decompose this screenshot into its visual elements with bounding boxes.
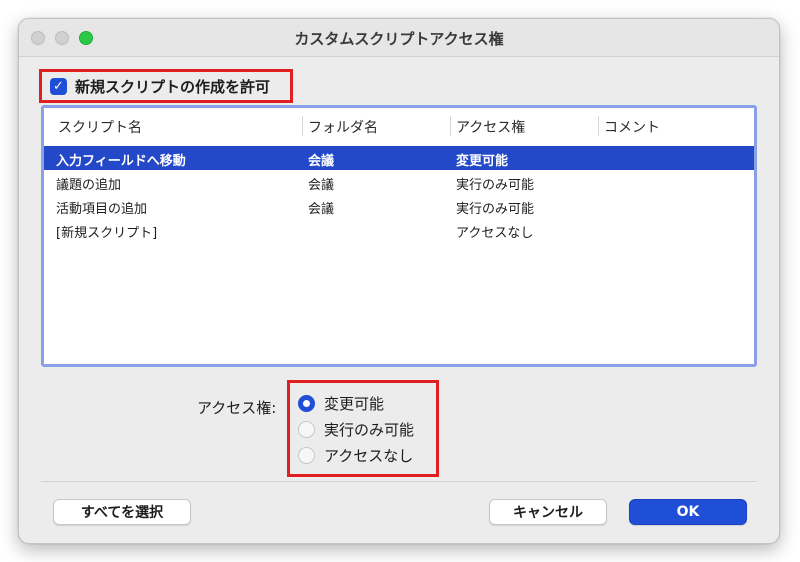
table-row[interactable]: 入力フィールドへ移動 会議 変更可能 bbox=[44, 146, 754, 170]
cell-script-name: [新規スクリプト] bbox=[56, 226, 158, 241]
checkmark-icon: ✓ bbox=[53, 78, 64, 94]
radio-button[interactable] bbox=[298, 421, 315, 438]
column-separator[interactable] bbox=[450, 116, 451, 136]
footer-divider bbox=[41, 481, 757, 482]
cell-folder-name: 会議 bbox=[308, 178, 335, 193]
radio-option-no-access[interactable]: アクセスなし bbox=[298, 445, 413, 466]
column-header-comment[interactable]: コメント bbox=[604, 117, 660, 137]
select-all-button[interactable]: すべてを選択 bbox=[53, 499, 191, 525]
allow-new-scripts-highlight: ✓ 新規スクリプトの作成を許可 bbox=[39, 69, 293, 103]
column-header-folder-name[interactable]: フォルダ名 bbox=[308, 117, 378, 137]
scripts-table[interactable]: スクリプト名 フォルダ名 アクセス権 コメント 入力フィールドへ移動 会議 変更… bbox=[41, 105, 757, 367]
ok-button[interactable]: OK bbox=[629, 499, 747, 525]
allow-new-scripts-label[interactable]: 新規スクリプトの作成を許可 bbox=[75, 76, 270, 97]
access-privilege-label: アクセス権: bbox=[197, 399, 277, 417]
column-header-script-name[interactable]: スクリプト名 bbox=[58, 117, 142, 137]
cell-access: 変更可能 bbox=[456, 154, 509, 169]
cell-script-name: 活動項目の追加 bbox=[56, 202, 148, 217]
radio-button[interactable] bbox=[298, 447, 315, 464]
access-radio-group-highlight: 変更可能 実行のみ可能 アクセスなし bbox=[287, 380, 439, 477]
radio-label[interactable]: アクセスなし bbox=[324, 445, 413, 466]
dialog-window: カスタムスクリプトアクセス権 ✓ 新規スクリプトの作成を許可 スクリプト名 フォ… bbox=[18, 18, 780, 544]
table-row[interactable]: [新規スクリプト] アクセスなし bbox=[44, 218, 754, 242]
cell-access: 実行のみ可能 bbox=[456, 178, 535, 193]
radio-label[interactable]: 変更可能 bbox=[324, 393, 384, 414]
table-row[interactable]: 議題の追加 会議 実行のみ可能 bbox=[44, 170, 754, 194]
column-separator[interactable] bbox=[598, 116, 599, 136]
cell-folder-name: 会議 bbox=[308, 202, 335, 217]
window-title: カスタムスクリプトアクセス権 bbox=[294, 30, 504, 48]
allow-new-scripts-checkbox[interactable]: ✓ bbox=[50, 77, 67, 95]
title-bar: カスタムスクリプトアクセス権 bbox=[19, 19, 779, 57]
cell-script-name: 入力フィールドへ移動 bbox=[56, 154, 186, 169]
column-separator[interactable] bbox=[302, 116, 303, 136]
cell-access: アクセスなし bbox=[456, 226, 534, 241]
cell-access: 実行のみ可能 bbox=[456, 202, 535, 217]
cell-script-name: 議題の追加 bbox=[56, 178, 122, 193]
radio-button-selected[interactable] bbox=[298, 395, 315, 412]
table-row[interactable]: 活動項目の追加 会議 実行のみ可能 bbox=[44, 194, 754, 218]
table-header: スクリプト名 フォルダ名 アクセス権 コメント bbox=[44, 108, 754, 144]
radio-option-modifiable[interactable]: 変更可能 bbox=[298, 393, 384, 414]
column-header-access[interactable]: アクセス権 bbox=[456, 117, 525, 137]
radio-option-execute-only[interactable]: 実行のみ可能 bbox=[298, 419, 414, 440]
cancel-button[interactable]: キャンセル bbox=[489, 499, 607, 525]
cell-folder-name: 会議 bbox=[308, 154, 335, 169]
radio-label[interactable]: 実行のみ可能 bbox=[324, 419, 414, 440]
